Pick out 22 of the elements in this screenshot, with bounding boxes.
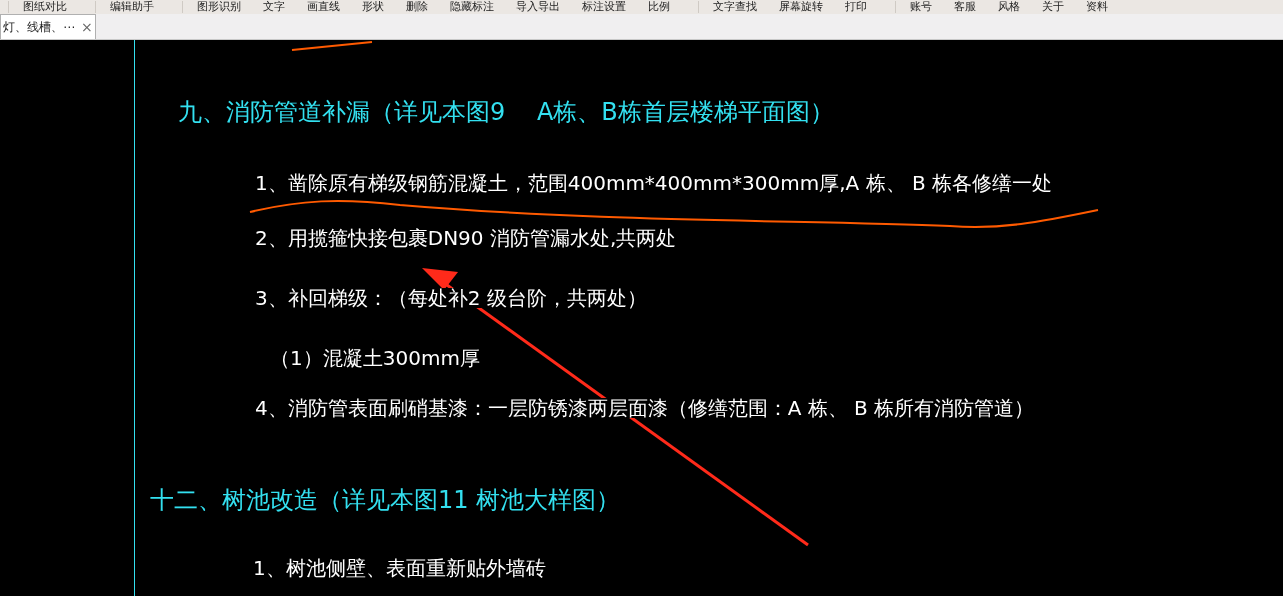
menu-item[interactable]: 图形识别 — [197, 1, 241, 13]
menu-item[interactable]: 形状 — [362, 1, 384, 13]
menu-item[interactable]: 画直线 — [307, 1, 340, 13]
menu-item[interactable]: 资料 — [1086, 1, 1108, 13]
menu-item[interactable]: 编辑助手 — [110, 1, 154, 13]
close-icon[interactable]: × — [81, 20, 93, 34]
menu-item[interactable]: 风格 — [998, 1, 1020, 13]
menu-item[interactable]: 标注设置 — [582, 1, 626, 13]
menu-item[interactable]: 客服 — [954, 1, 976, 13]
menu-item[interactable]: 文字 — [263, 1, 285, 13]
menu-item[interactable]: 隐藏标注 — [450, 1, 494, 13]
menu-item[interactable]: 屏幕旋转 — [779, 1, 823, 13]
menu-item[interactable]: 打印 — [845, 1, 867, 13]
menu-item[interactable]: 图纸对比 — [23, 1, 67, 13]
menu-item[interactable]: 比例 — [648, 1, 670, 13]
menu-item[interactable]: 关于 — [1042, 1, 1064, 13]
menu-item[interactable]: 导入导出 — [516, 1, 560, 13]
menu-item[interactable]: 账号 — [910, 1, 932, 13]
tab-label: 灯、线槽、⋯ — [3, 19, 75, 36]
document-tab[interactable]: 灯、线槽、⋯ × — [0, 14, 96, 39]
menu-item[interactable]: 文字查找 — [713, 1, 757, 13]
menu-item[interactable]: 删除 — [406, 1, 428, 13]
